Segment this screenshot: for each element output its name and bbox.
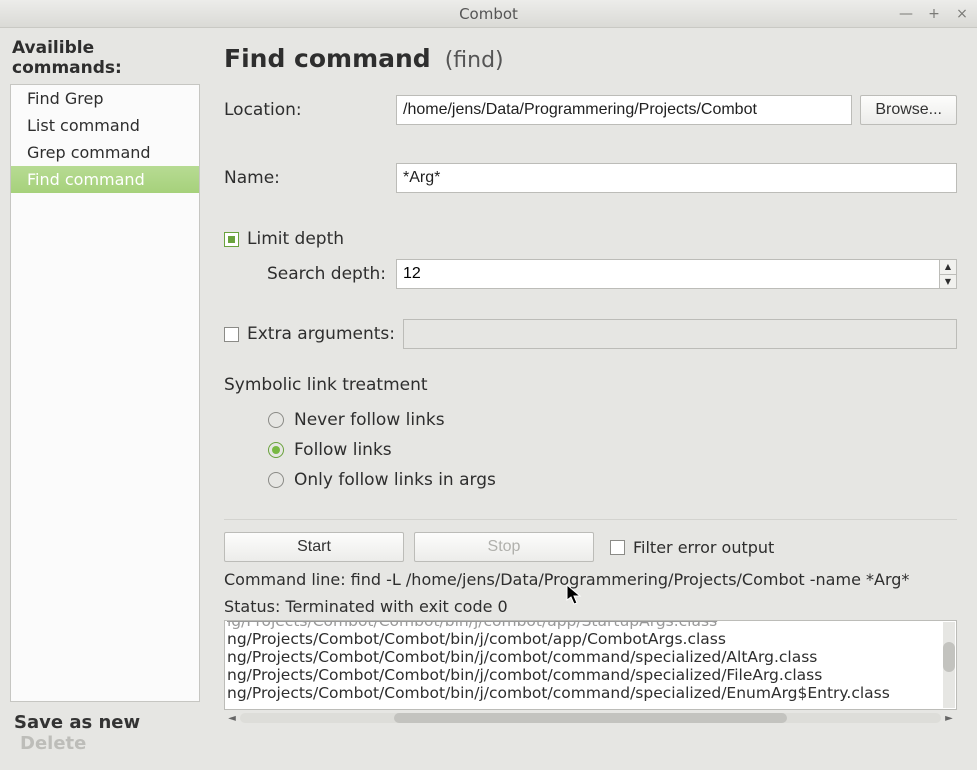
extra-args-label: Extra arguments: (247, 324, 395, 344)
page-title: Find command (224, 44, 431, 73)
radio-label: Only follow links in args (294, 470, 496, 490)
horizontal-scrollbar[interactable] (240, 713, 941, 723)
symlink-heading: Symbolic link treatment (224, 375, 957, 395)
output-line: ig/Projects/Combot/Combot/bin/j/combot/a… (227, 620, 942, 630)
sidebar-item-0[interactable]: Find Grep (11, 85, 199, 112)
minimize-icon[interactable]: — (897, 0, 915, 28)
sidebar-item-1[interactable]: List command (11, 112, 199, 139)
maximize-icon[interactable]: + (925, 0, 943, 28)
output-line: ng/Projects/Combot/Combot/bin/j/combot/c… (227, 666, 942, 684)
output-line: ng/Projects/Combot/Combot/bin/j/combot/c… (227, 684, 942, 702)
filter-error-label: Filter error output (633, 538, 774, 557)
symlink-radio-group: Never follow links Follow links Only follo… (268, 405, 957, 495)
symlink-option-2[interactable]: Only follow links in args (268, 465, 957, 495)
search-depth-label: Search depth: (224, 264, 396, 284)
location-label: Location: (224, 100, 396, 120)
commandline-label: Command line: (224, 570, 351, 589)
stop-button: Stop (414, 532, 594, 562)
sidebar: Availible commands: Find GrepList comman… (0, 28, 200, 770)
commands-list[interactable]: Find GrepList commandGrep commandFind co… (10, 84, 200, 702)
extra-args-checkbox[interactable] (224, 327, 239, 342)
save-as-new-button[interactable]: Save as new (14, 712, 140, 733)
spin-down-icon[interactable]: ▼ (939, 274, 957, 290)
sidebar-item-3[interactable]: Find command (11, 166, 199, 193)
output-area[interactable]: ig/Projects/Combot/Combot/bin/j/combot/a… (224, 620, 957, 710)
status-value: Terminated with exit code 0 (285, 597, 507, 616)
search-depth-input[interactable] (396, 259, 939, 289)
app-window: Combot — + × Availible commands: Find Gr… (0, 0, 977, 770)
sidebar-heading: Availible commands: (10, 36, 200, 82)
radio-icon[interactable] (268, 472, 284, 488)
scroll-right-icon[interactable]: ► (941, 711, 957, 725)
name-input[interactable] (396, 163, 957, 193)
vertical-scrollbar[interactable] (943, 622, 955, 708)
radio-label: Follow links (294, 440, 392, 460)
page-subtitle: (find) (445, 48, 504, 73)
name-label: Name: (224, 168, 396, 188)
limit-depth-label: Limit depth (247, 229, 344, 249)
limit-depth-checkbox[interactable] (224, 232, 239, 247)
symlink-option-1[interactable]: Follow links (268, 435, 957, 465)
status-label: Status: (224, 597, 285, 616)
filter-error-checkbox[interactable] (610, 540, 625, 555)
symlink-option-0[interactable]: Never follow links (268, 405, 957, 435)
extra-args-input[interactable] (403, 319, 957, 349)
main-panel: Find command (find) Location: Browse... … (200, 28, 977, 770)
scroll-left-icon[interactable]: ◄ (224, 711, 240, 725)
start-button[interactable]: Start (224, 532, 404, 562)
commandline-value: find -L /home/jens/Data/Programmering/Pr… (351, 570, 910, 589)
radio-label: Never follow links (294, 410, 445, 430)
browse-button[interactable]: Browse... (860, 95, 957, 125)
close-icon[interactable]: × (953, 0, 971, 28)
delete-button: Delete (20, 733, 86, 754)
output-line: ng/Projects/Combot/Combot/bin/j/combot/c… (227, 648, 942, 666)
window-title: Combot (459, 5, 518, 23)
titlebar: Combot — + × (0, 0, 977, 28)
location-input[interactable] (396, 95, 852, 125)
spin-up-icon[interactable]: ▲ (939, 259, 957, 274)
radio-icon[interactable] (268, 442, 284, 458)
radio-icon[interactable] (268, 412, 284, 428)
output-line: ng/Projects/Combot/Combot/bin/j/combot/a… (227, 630, 942, 648)
sidebar-item-2[interactable]: Grep command (11, 139, 199, 166)
